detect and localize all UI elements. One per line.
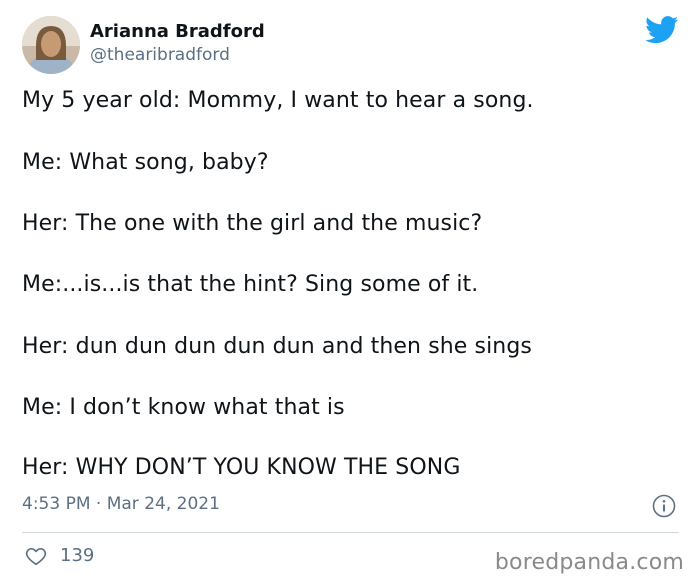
tweet-line: Me: What song, baby? — [22, 150, 269, 175]
avatar-image — [22, 16, 80, 74]
author-handle[interactable]: @thearibradford — [90, 45, 230, 65]
tweet-timestamp[interactable]: 4:53 PM · Mar 24, 2021 — [22, 494, 220, 514]
avatar[interactable] — [22, 16, 80, 74]
heart-icon[interactable] — [25, 545, 47, 567]
tweet-line: Her: WHY DON’T YOU KNOW THE SONG — [22, 455, 461, 480]
watermark: boredpanda.com — [494, 550, 684, 575]
tweet-line: Her: The one with the girl and the music… — [22, 211, 483, 236]
info-icon[interactable] — [652, 494, 676, 518]
divider — [22, 532, 679, 533]
tweet-line: Me: I don’t know what that is — [22, 395, 345, 420]
tweet-line: Her: dun dun dun dun dun and then she si… — [22, 334, 532, 359]
tweet-line: My 5 year old: Mommy, I want to hear a s… — [22, 88, 534, 113]
author-name[interactable]: Arianna Bradford — [90, 21, 265, 42]
tweet-line: Me:...is...is that the hint? Sing some o… — [22, 272, 479, 297]
twitter-bird-icon[interactable] — [645, 16, 679, 44]
tweet-card: Arianna Bradford @thearibradford My 5 ye… — [0, 0, 700, 585]
like-count: 139 — [60, 545, 95, 566]
